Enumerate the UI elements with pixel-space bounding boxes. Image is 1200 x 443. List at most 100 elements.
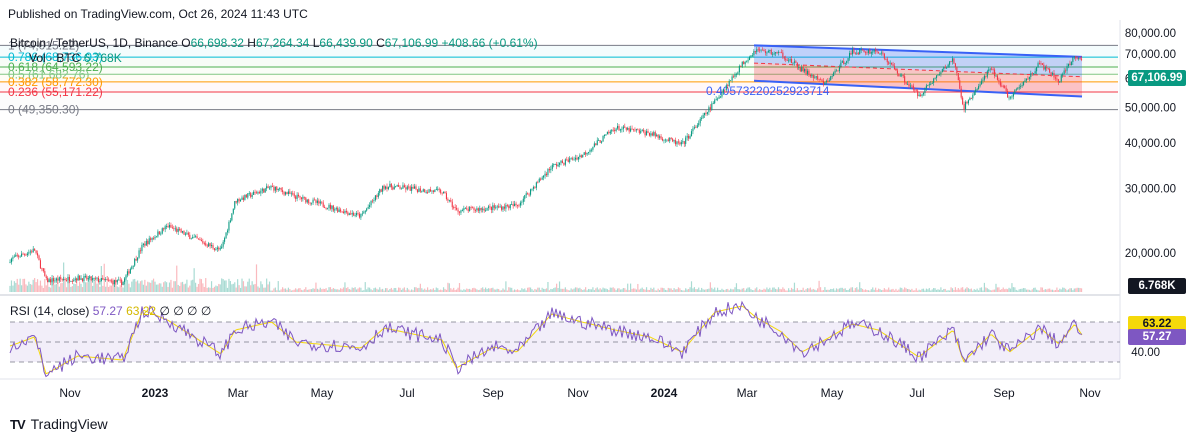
- volume-bar: [393, 287, 395, 292]
- candle-body: [963, 104, 965, 110]
- volume-bar: [1054, 289, 1057, 292]
- candle-body: [830, 76, 832, 81]
- volume-bar: [25, 284, 27, 292]
- candle-body: [521, 201, 523, 203]
- volume-bar: [553, 288, 555, 292]
- candle-body: [443, 191, 445, 194]
- candle-body: [627, 128, 629, 130]
- candle-body: [379, 189, 381, 193]
- volume-bar: [118, 287, 120, 292]
- candle-body: [126, 271, 128, 276]
- volume-bar: [556, 283, 558, 292]
- candle-body: [1078, 58, 1080, 60]
- volume-bar: [705, 289, 707, 292]
- candle-body: [714, 100, 716, 104]
- time-axis[interactable]: Nov 2023 Mar May Jul Sep Nov 2024 Mar May Jul Sep No…: [59, 386, 1100, 400]
- rsi-value: 57.27: [92, 304, 123, 318]
- candle-body: [966, 101, 968, 104]
- candle-body: [313, 199, 316, 201]
- volume-bar: [558, 281, 561, 292]
- candle-body: [702, 115, 704, 118]
- volume-bar: [329, 287, 332, 292]
- volume-bar: [389, 289, 391, 292]
- volume-bar: [219, 284, 221, 292]
- candle-body: [13, 256, 15, 258]
- candle-body: [1002, 85, 1004, 87]
- candle-body: [614, 130, 616, 131]
- volume-bar: [61, 282, 63, 292]
- volume-bar: [993, 289, 996, 292]
- candle-body: [292, 193, 294, 195]
- candle-body: [32, 248, 34, 253]
- volume-bar: [864, 289, 867, 292]
- candle-body: [579, 155, 581, 157]
- volume-bar: [748, 287, 751, 292]
- candle-body: [68, 276, 70, 282]
- volume-bar: [106, 282, 108, 292]
- candle-body: [492, 205, 494, 211]
- candle-body: [108, 279, 110, 281]
- candle-body: [1052, 73, 1054, 75]
- candle-body: [759, 49, 761, 51]
- candle-body: [516, 205, 519, 206]
- tradingview-logo[interactable]: TV TradingView: [10, 416, 108, 432]
- chart-canvas[interactable]: 1 (74,015.22)0.786 (68,736.93)0.618 (64,…: [0, 0, 1200, 443]
- volume-bar: [1072, 290, 1074, 292]
- candle-body: [728, 80, 730, 87]
- candle-body: [893, 65, 896, 69]
- volume-bar: [586, 290, 588, 292]
- candle-body: [90, 276, 92, 281]
- candle-body: [838, 67, 840, 72]
- candle-body: [395, 185, 397, 187]
- candle-body: [132, 265, 134, 267]
- volume-bar: [412, 290, 414, 292]
- volume-bar: [949, 290, 951, 292]
- candle-body: [902, 74, 904, 77]
- volume-bar: [202, 283, 204, 292]
- volume-bar: [915, 288, 917, 292]
- candle-body: [1025, 78, 1027, 81]
- candle-body: [837, 70, 839, 72]
- candle-body: [219, 248, 221, 250]
- candle-body: [229, 220, 231, 223]
- candle-body: [151, 238, 153, 240]
- volume-bar: [657, 288, 659, 292]
- volume-bar: [190, 280, 192, 292]
- volume-bar: [935, 289, 938, 292]
- volume-bar: [909, 289, 912, 292]
- candle-body: [704, 112, 706, 116]
- candle-body: [936, 75, 938, 78]
- candle-body: [799, 67, 801, 72]
- candle-body: [279, 188, 281, 189]
- volume-bar: [1040, 287, 1042, 292]
- candle-body: [514, 203, 516, 207]
- symbol-title[interactable]: Bitcoin / TetherUS, 1D, Binance: [10, 36, 178, 50]
- candle-body: [846, 61, 848, 63]
- volume-bar: [260, 281, 262, 292]
- volume-bar: [867, 290, 869, 292]
- candle-body: [186, 232, 188, 234]
- volume-label[interactable]: Vol · BTC: [29, 51, 80, 65]
- volume-bar: [566, 289, 568, 292]
- candle-body: [1057, 79, 1059, 83]
- volume-bar: [605, 288, 607, 292]
- candle-body: [821, 79, 823, 81]
- volume-bar: [86, 282, 88, 292]
- volume-bar: [611, 287, 613, 292]
- candle-body: [953, 58, 955, 64]
- candle-body: [628, 128, 630, 132]
- chart-root: Published on TradingView.com, Oct 26, 20…: [0, 0, 1200, 443]
- rsi-label[interactable]: RSI (14, close): [10, 304, 89, 318]
- candle-body: [145, 240, 147, 246]
- candle-body: [875, 49, 877, 52]
- volume-bar: [796, 288, 798, 292]
- volume-bar: [360, 287, 362, 292]
- volume-bar: [850, 287, 852, 292]
- price-axis[interactable]: 80,000.0070,000.0060,000.0050,000.0040,0…: [1125, 28, 1176, 260]
- volume-bar: [827, 289, 829, 292]
- tradingview-logo-icon: TV: [10, 416, 26, 432]
- candle-body: [543, 175, 545, 178]
- volume-bar: [970, 288, 972, 292]
- volume-bar: [1024, 288, 1026, 292]
- candle-body: [342, 211, 345, 214]
